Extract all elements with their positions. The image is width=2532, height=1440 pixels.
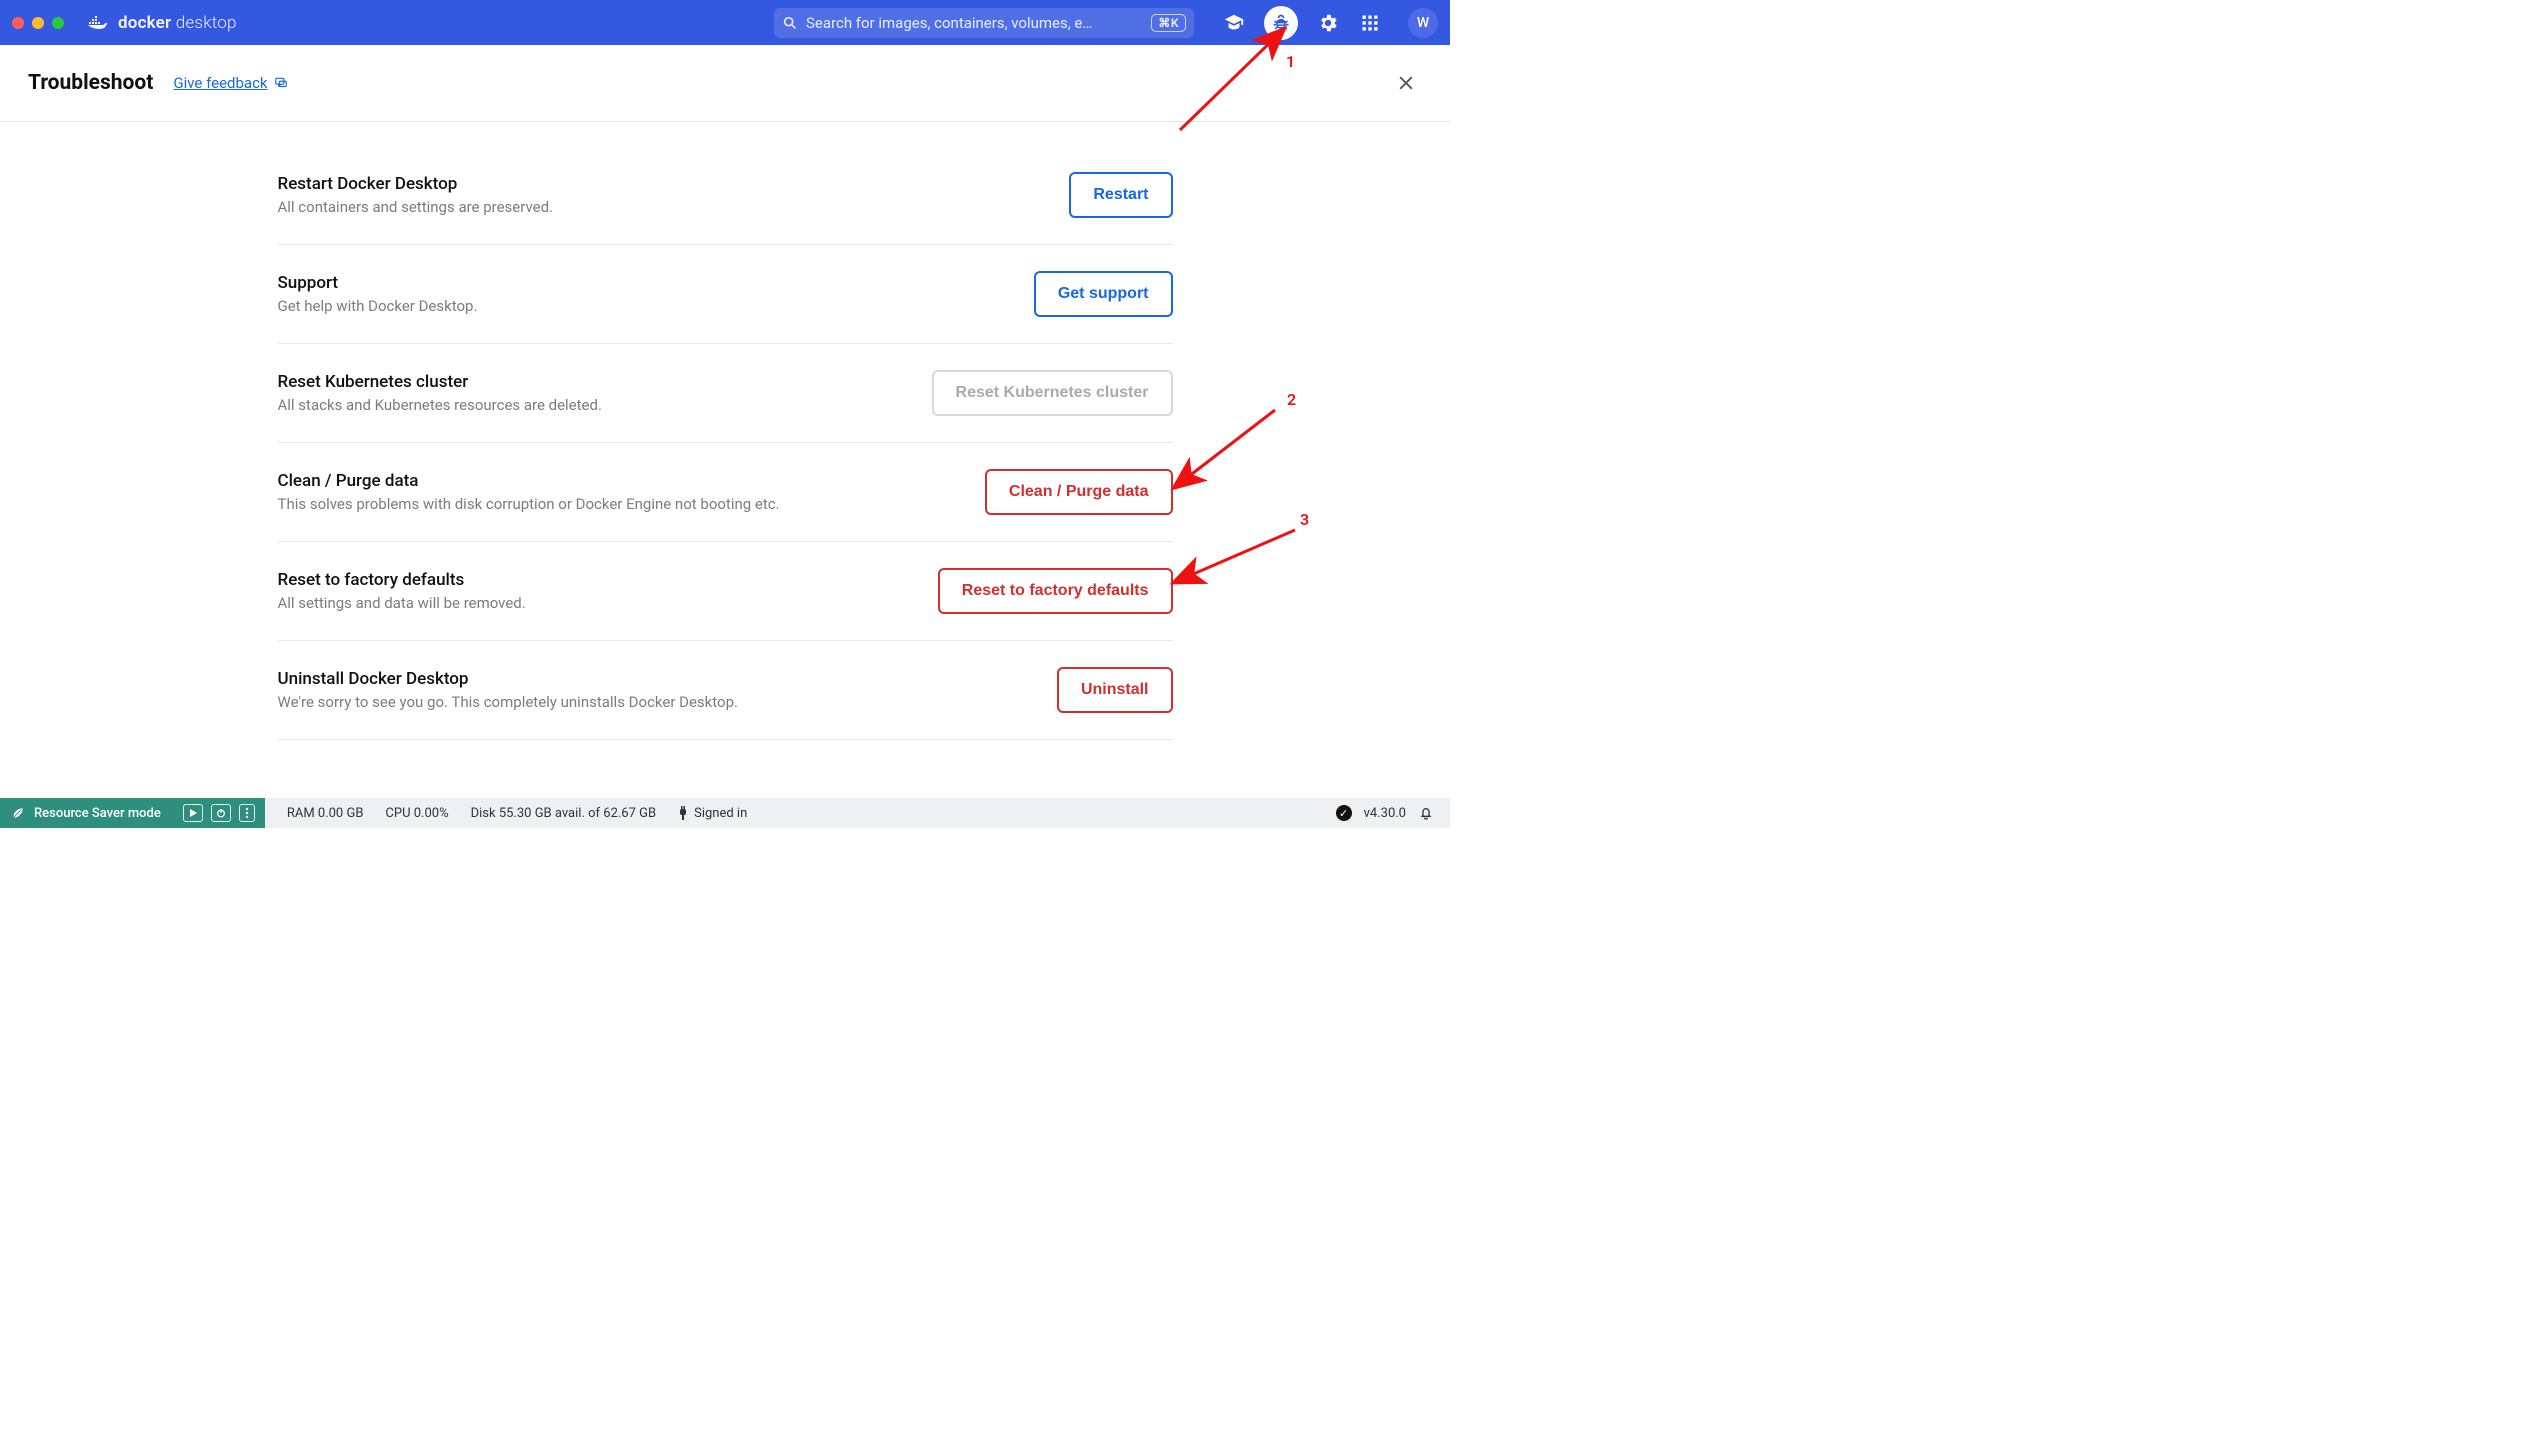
more-menu-button[interactable] <box>239 804 255 822</box>
row-text: Restart Docker Desktop All containers and… <box>278 174 554 216</box>
close-icon <box>1396 73 1416 93</box>
row-desc: This solves problems with disk corruptio… <box>278 495 780 513</box>
row-text: Clean / Purge data This solves problems w… <box>278 471 780 513</box>
search-shortcut: ⌘K <box>1151 14 1186 32</box>
row-title: Clean / Purge data <box>278 471 780 491</box>
apps-grid-icon[interactable] <box>1358 11 1382 35</box>
restart-button[interactable]: Restart <box>1069 172 1172 218</box>
minimize-window-icon[interactable] <box>32 17 44 29</box>
row-title: Reset Kubernetes cluster <box>278 372 602 392</box>
troubleshoot-row-restart: Restart Docker Desktop All containers and… <box>278 164 1173 245</box>
troubleshoot-row-uninstall: Uninstall Docker Desktop We're sorry to s… <box>278 641 1173 740</box>
search-icon <box>782 15 798 31</box>
docker-whale-icon <box>86 11 110 35</box>
content: Restart Docker Desktop All containers and… <box>0 122 1450 798</box>
troubleshoot-row-factory-reset: Reset to factory defaults All settings an… <box>278 542 1173 641</box>
plug-icon <box>678 806 688 820</box>
feedback-icon <box>274 76 288 90</box>
get-support-button[interactable]: Get support <box>1034 271 1173 317</box>
play-button[interactable] <box>183 804 203 822</box>
leaf-icon <box>10 805 26 821</box>
settings-icon[interactable] <box>1316 11 1340 35</box>
reset-k8s-button: Reset Kubernetes cluster <box>932 370 1173 416</box>
update-ok-icon: ✓ <box>1336 805 1352 821</box>
status-metrics: RAM 0.00 GB CPU 0.00% Disk 55.30 GB avai… <box>265 806 769 821</box>
page-title: Troubleshoot <box>28 71 153 95</box>
status-signed-in: Signed in <box>678 806 747 821</box>
search-placeholder: Search for images, containers, volumes, … <box>806 14 1143 32</box>
row-text: Reset to factory defaults All settings an… <box>278 570 526 612</box>
row-title: Support <box>278 273 478 293</box>
maximize-window-icon[interactable] <box>52 17 64 29</box>
row-text: Reset Kubernetes cluster All stacks and K… <box>278 372 602 414</box>
status-cpu: CPU 0.00% <box>385 806 448 821</box>
row-desc: Get help with Docker Desktop. <box>278 297 478 315</box>
row-title: Uninstall Docker Desktop <box>278 669 738 689</box>
status-right: ✓ v4.30.0 <box>1336 805 1450 821</box>
row-text: Support Get help with Docker Desktop. <box>278 273 478 315</box>
brand: docker desktop <box>86 11 237 35</box>
troubleshoot-icon[interactable] <box>1264 6 1298 40</box>
notifications-icon[interactable] <box>1418 805 1434 821</box>
close-window-icon[interactable] <box>12 17 24 29</box>
give-feedback-link[interactable]: Give feedback <box>173 74 287 92</box>
status-version[interactable]: v4.30.0 <box>1364 806 1406 821</box>
row-title: Reset to factory defaults <box>278 570 526 590</box>
troubleshoot-row-reset-k8s: Reset Kubernetes cluster All stacks and K… <box>278 344 1173 443</box>
statusbar: Resource Saver mode RAM 0.00 GB CPU 0.00… <box>0 798 1450 828</box>
titlebar: docker desktop Search for images, contai… <box>0 0 1450 45</box>
row-desc: All stacks and Kubernetes resources are … <box>278 396 602 414</box>
row-desc: All settings and data will be removed. <box>278 594 526 612</box>
titlebar-actions: W <box>1222 6 1438 40</box>
brand-text: docker desktop <box>118 13 237 33</box>
status-disk: Disk 55.30 GB avail. of 62.67 GB <box>471 806 657 821</box>
page-header: Troubleshoot Give feedback <box>0 45 1450 122</box>
close-button[interactable] <box>1390 67 1422 99</box>
learn-icon[interactable] <box>1222 11 1246 35</box>
avatar[interactable]: W <box>1408 8 1438 38</box>
status-ram: RAM 0.00 GB <box>287 806 364 821</box>
status-mode[interactable]: Resource Saver mode <box>0 798 265 828</box>
clean-purge-button[interactable]: Clean / Purge data <box>985 469 1173 515</box>
troubleshoot-row-clean-purge: Clean / Purge data This solves problems w… <box>278 443 1173 542</box>
row-text: Uninstall Docker Desktop We're sorry to s… <box>278 669 738 711</box>
row-desc: We're sorry to see you go. This complete… <box>278 693 738 711</box>
row-title: Restart Docker Desktop <box>278 174 554 194</box>
row-desc: All containers and settings are preserve… <box>278 198 554 216</box>
troubleshoot-panel: Restart Docker Desktop All containers and… <box>278 164 1173 798</box>
search-input[interactable]: Search for images, containers, volumes, … <box>774 8 1194 38</box>
power-button[interactable] <box>211 804 231 822</box>
factory-reset-button[interactable]: Reset to factory defaults <box>938 568 1173 614</box>
uninstall-button[interactable]: Uninstall <box>1057 667 1173 713</box>
status-mode-label: Resource Saver mode <box>34 806 161 821</box>
window-controls <box>12 17 64 29</box>
give-feedback-label: Give feedback <box>173 74 267 92</box>
status-signed-label: Signed in <box>694 806 747 821</box>
troubleshoot-row-get-support: Support Get help with Docker Desktop. Get … <box>278 245 1173 344</box>
